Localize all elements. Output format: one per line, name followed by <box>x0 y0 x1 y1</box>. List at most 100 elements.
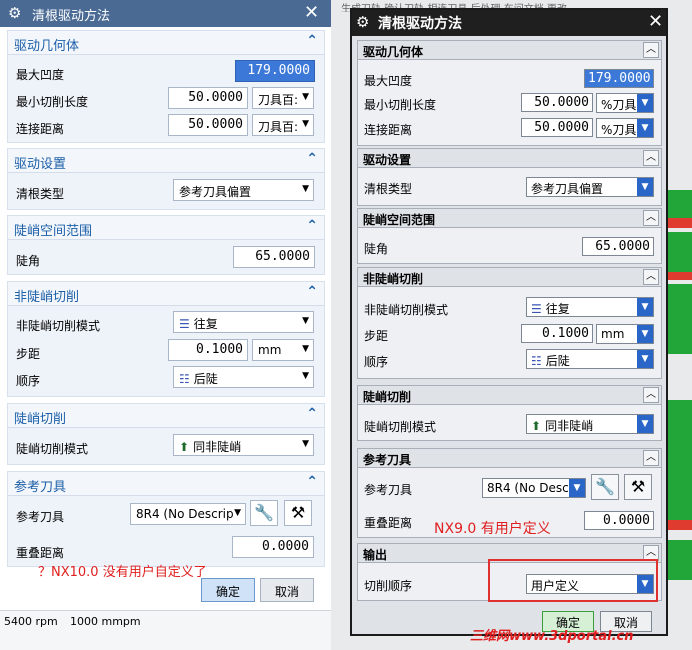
collapse-icon[interactable]: ︿ <box>643 150 659 166</box>
non-steep-mode-dropdown[interactable]: ☰ 往复 ▼ <box>526 297 654 317</box>
collapse-icon[interactable]: ︿ <box>643 269 659 285</box>
section-header[interactable]: 驱动几何体 ︿ <box>358 41 661 60</box>
chevron-down-icon: ▼ <box>637 94 653 112</box>
row-cleanup-type: 清根类型 参考刀具偏置 ▼ <box>8 179 324 205</box>
nx10-section-drive-settings: 驱动设置 ⌃ 清根类型 参考刀具偏置 ▼ <box>7 148 325 210</box>
section-header[interactable]: 陡峭空间范围 ⌃ <box>8 216 324 240</box>
nx10-ok-button[interactable]: 确定 <box>201 578 255 602</box>
steep-mode-label: 陡峭切削模式 <box>16 442 89 456</box>
steep-mode-dropdown[interactable]: ⬆ 同非陡峭 ▼ <box>173 434 314 456</box>
min-cut-length-input[interactable]: 50.0000 <box>521 93 593 112</box>
nx9-dialog: ⚙ 清根驱动方法 ✕ 驱动几何体 ︿ 最大凹度 179.0000 最小切削长度 5… <box>350 8 668 636</box>
section-header[interactable]: 驱动设置 ⌃ <box>8 149 324 173</box>
reference-tool-dropdown[interactable]: 8R4 (No Descrip ▼ <box>130 503 246 525</box>
row-steep-angle: 陡角 65.0000 <box>358 235 661 259</box>
dropdown-value: 参考刀具偏置 <box>531 182 604 196</box>
section-header[interactable]: 陡峭切削 ︿ <box>358 386 661 405</box>
collapse-icon[interactable]: ⌃ <box>306 151 318 167</box>
stepover-input[interactable]: 0.1000 <box>168 339 248 361</box>
collapse-icon[interactable]: ︿ <box>643 210 659 226</box>
edit-tool-button[interactable]: ⚒ <box>624 474 652 500</box>
order-label: 顺序 <box>16 374 41 388</box>
nx9-section-steep-cut: 陡峭切削 ︿ 陡峭切削模式 ⬆ 同非陡峭 ▼ <box>357 385 662 441</box>
reference-tool-dropdown[interactable]: 8R4 (No Desc ▼ <box>482 478 586 498</box>
collapse-icon[interactable]: ⌃ <box>306 218 318 234</box>
link-distance-unit-dropdown[interactable]: 刀具百: ▼ <box>252 114 314 136</box>
nx10-cancel-button[interactable]: 取消 <box>260 578 314 602</box>
cleanup-type-label: 清根类型 <box>364 182 413 196</box>
overlap-distance-input[interactable]: 0.0000 <box>232 536 314 558</box>
section-header[interactable]: 陡峭切削 ⌃ <box>8 404 324 428</box>
row-max-concavity: 最大凹度 179.0000 <box>358 67 661 91</box>
chevron-down-icon: ▼ <box>637 178 653 196</box>
dropdown-value: 8R4 (No Descrip <box>136 507 234 521</box>
spindle-speed: 5400 rpm <box>4 615 58 628</box>
nx9-title-bar[interactable]: ⚙ 清根驱动方法 ✕ <box>352 10 666 36</box>
max-concavity-input[interactable]: 179.0000 <box>235 60 315 82</box>
row-cleanup-type: 清根类型 参考刀具偏置 ▼ <box>358 175 661 199</box>
cleanup-type-dropdown[interactable]: 参考刀具偏置 ▼ <box>173 179 314 201</box>
link-distance-input[interactable]: 50.0000 <box>168 114 248 136</box>
edit-tool-button[interactable]: ⚒ <box>284 500 312 526</box>
gear-icon[interactable]: ⚙ <box>356 13 369 31</box>
close-icon[interactable]: ✕ <box>648 11 663 32</box>
stepover-label: 步距 <box>364 329 389 343</box>
dropdown-value: 往复 <box>193 317 218 331</box>
section-header[interactable]: 非陡峭切削 ⌃ <box>8 282 324 306</box>
link-distance-input[interactable]: 50.0000 <box>521 118 593 137</box>
stepover-label: 步距 <box>16 347 41 361</box>
row-non-steep-mode: 非陡峭切削模式 ☰ 往复 ▼ <box>358 296 661 320</box>
section-header[interactable]: 驱动几何体 ⌃ <box>8 31 324 55</box>
section-header[interactable]: 驱动设置 ︿ <box>358 149 661 168</box>
section-title: 驱动几何体 <box>14 39 80 54</box>
zigzag-icon: ☰ <box>179 317 190 331</box>
dropdown-value: 往复 <box>545 302 570 316</box>
min-cut-length-unit-dropdown[interactable]: 刀具百: ▼ <box>252 87 314 109</box>
collapse-icon[interactable]: ︿ <box>643 387 659 403</box>
steep-angle-input[interactable]: 65.0000 <box>233 246 315 268</box>
collapse-icon[interactable]: ︿ <box>643 450 659 466</box>
overlap-distance-input[interactable]: 0.0000 <box>584 511 654 530</box>
nx9-section-steep-range: 陡峭空间范围 ︿ 陡角 65.0000 <box>357 208 662 264</box>
min-cut-length-unit-dropdown[interactable]: %刀具 ▼ <box>596 93 654 113</box>
collapse-icon[interactable]: ⌃ <box>306 406 318 422</box>
tool-edit-icon: ⚒ <box>630 477 646 496</box>
collapse-icon[interactable]: ⌃ <box>306 284 318 300</box>
row-order: 顺序 ☷ 后陡 ▼ <box>8 366 324 392</box>
chevron-down-icon: ▼ <box>637 119 653 137</box>
dropdown-value: 后陡 <box>193 372 218 386</box>
order-dropdown[interactable]: ☷ 后陡 ▼ <box>526 349 654 369</box>
cleanup-type-dropdown[interactable]: 参考刀具偏置 ▼ <box>526 177 654 197</box>
collapse-icon[interactable]: ⌃ <box>306 474 318 490</box>
max-concavity-input[interactable]: 179.0000 <box>584 69 654 88</box>
gear-icon[interactable]: ⚙ <box>8 4 21 22</box>
unit-text: 刀具百: <box>258 93 299 107</box>
section-title: 参考刀具 <box>14 480 67 495</box>
section-header[interactable]: 陡峭空间范围 ︿ <box>358 209 661 228</box>
non-steep-mode-dropdown[interactable]: ☰ 往复 ▼ <box>173 311 314 333</box>
stepover-unit-dropdown[interactable]: mm ▼ <box>596 324 654 344</box>
section-header[interactable]: 非陡峭切削 ︿ <box>358 268 661 287</box>
steep-angle-label: 陡角 <box>16 254 41 268</box>
stepover-input[interactable]: 0.1000 <box>521 324 593 343</box>
section-header[interactable]: 参考刀具 ⌃ <box>8 472 324 496</box>
row-reference-tool: 参考刀具 8R4 (No Desc ▼ 🔧 ⚒ <box>358 474 661 500</box>
collapse-icon[interactable]: ︿ <box>643 42 659 58</box>
nx10-section-steep-range: 陡峭空间范围 ⌃ 陡角 65.0000 <box>7 215 325 275</box>
order-dropdown[interactable]: ☷ 后陡 ▼ <box>173 366 314 388</box>
steep-mode-label: 陡峭切削模式 <box>364 420 437 434</box>
steep-angle-input[interactable]: 65.0000 <box>582 237 654 256</box>
section-header[interactable]: 参考刀具 ︿ <box>358 449 661 468</box>
collapse-icon[interactable]: ⌃ <box>306 33 318 49</box>
dropdown-value: 同非陡峭 <box>193 440 242 454</box>
min-cut-length-input[interactable]: 50.0000 <box>168 87 248 109</box>
nx10-title-bar[interactable]: ⚙ 清根驱动方法 ✕ <box>0 0 331 27</box>
stepover-unit-dropdown[interactable]: mm ▼ <box>252 339 314 361</box>
select-tool-button[interactable]: 🔧 <box>591 474 619 500</box>
select-tool-button[interactable]: 🔧 <box>250 500 278 526</box>
close-icon[interactable]: ✕ <box>304 2 319 23</box>
steep-mode-dropdown[interactable]: ⬆ 同非陡峭 ▼ <box>526 414 654 434</box>
link-distance-unit-dropdown[interactable]: %刀具 ▼ <box>596 118 654 138</box>
row-min-cut-length: 最小切削长度 50.0000 刀具百: ▼ <box>8 87 324 113</box>
section-title: 参考刀具 <box>363 453 412 467</box>
